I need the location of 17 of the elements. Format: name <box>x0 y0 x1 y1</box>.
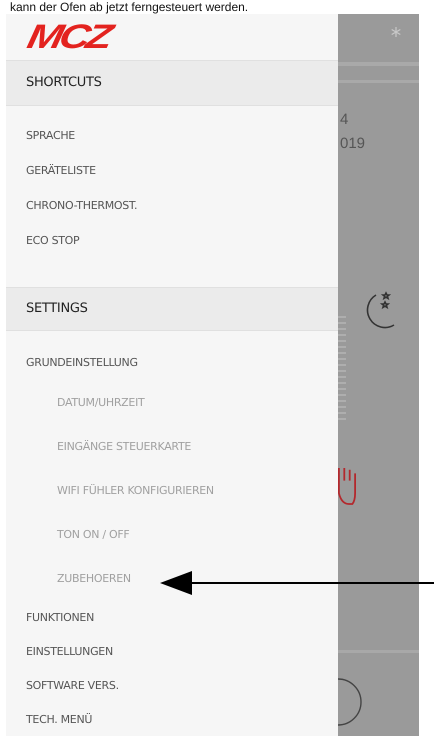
circle-button-icon <box>338 678 362 726</box>
menu-item[interactable]: CHRONO-THERMOST. <box>6 188 338 223</box>
date-text: 4 <box>340 110 350 130</box>
menu-item[interactable]: SOFTWARE VERS. <box>6 668 338 702</box>
date-text: 019 <box>340 134 366 154</box>
menu-item[interactable]: GRUNDEINSTELLUNG <box>6 345 338 380</box>
menu-item[interactable]: GERÄTELISTE <box>6 152 338 188</box>
menu-item[interactable]: TECH. MENÜ <box>6 702 338 736</box>
snowflake-icon <box>390 26 402 38</box>
menu-item[interactable]: FUNKTIONEN <box>6 600 338 634</box>
brand-logo: MCZ <box>24 20 112 54</box>
section-header: SETTINGS <box>6 286 338 331</box>
menu-item[interactable]: EINSTELLUNGEN <box>6 634 338 668</box>
menu-item[interactable]: SPRACHE <box>6 118 338 153</box>
section-header: SHORTCUTS <box>6 60 338 106</box>
menu-item[interactable]: ECO STOP <box>6 222 338 258</box>
caption-text: kann der Ofen ab jetzt ferngesteuert werden. <box>9 0 250 14</box>
